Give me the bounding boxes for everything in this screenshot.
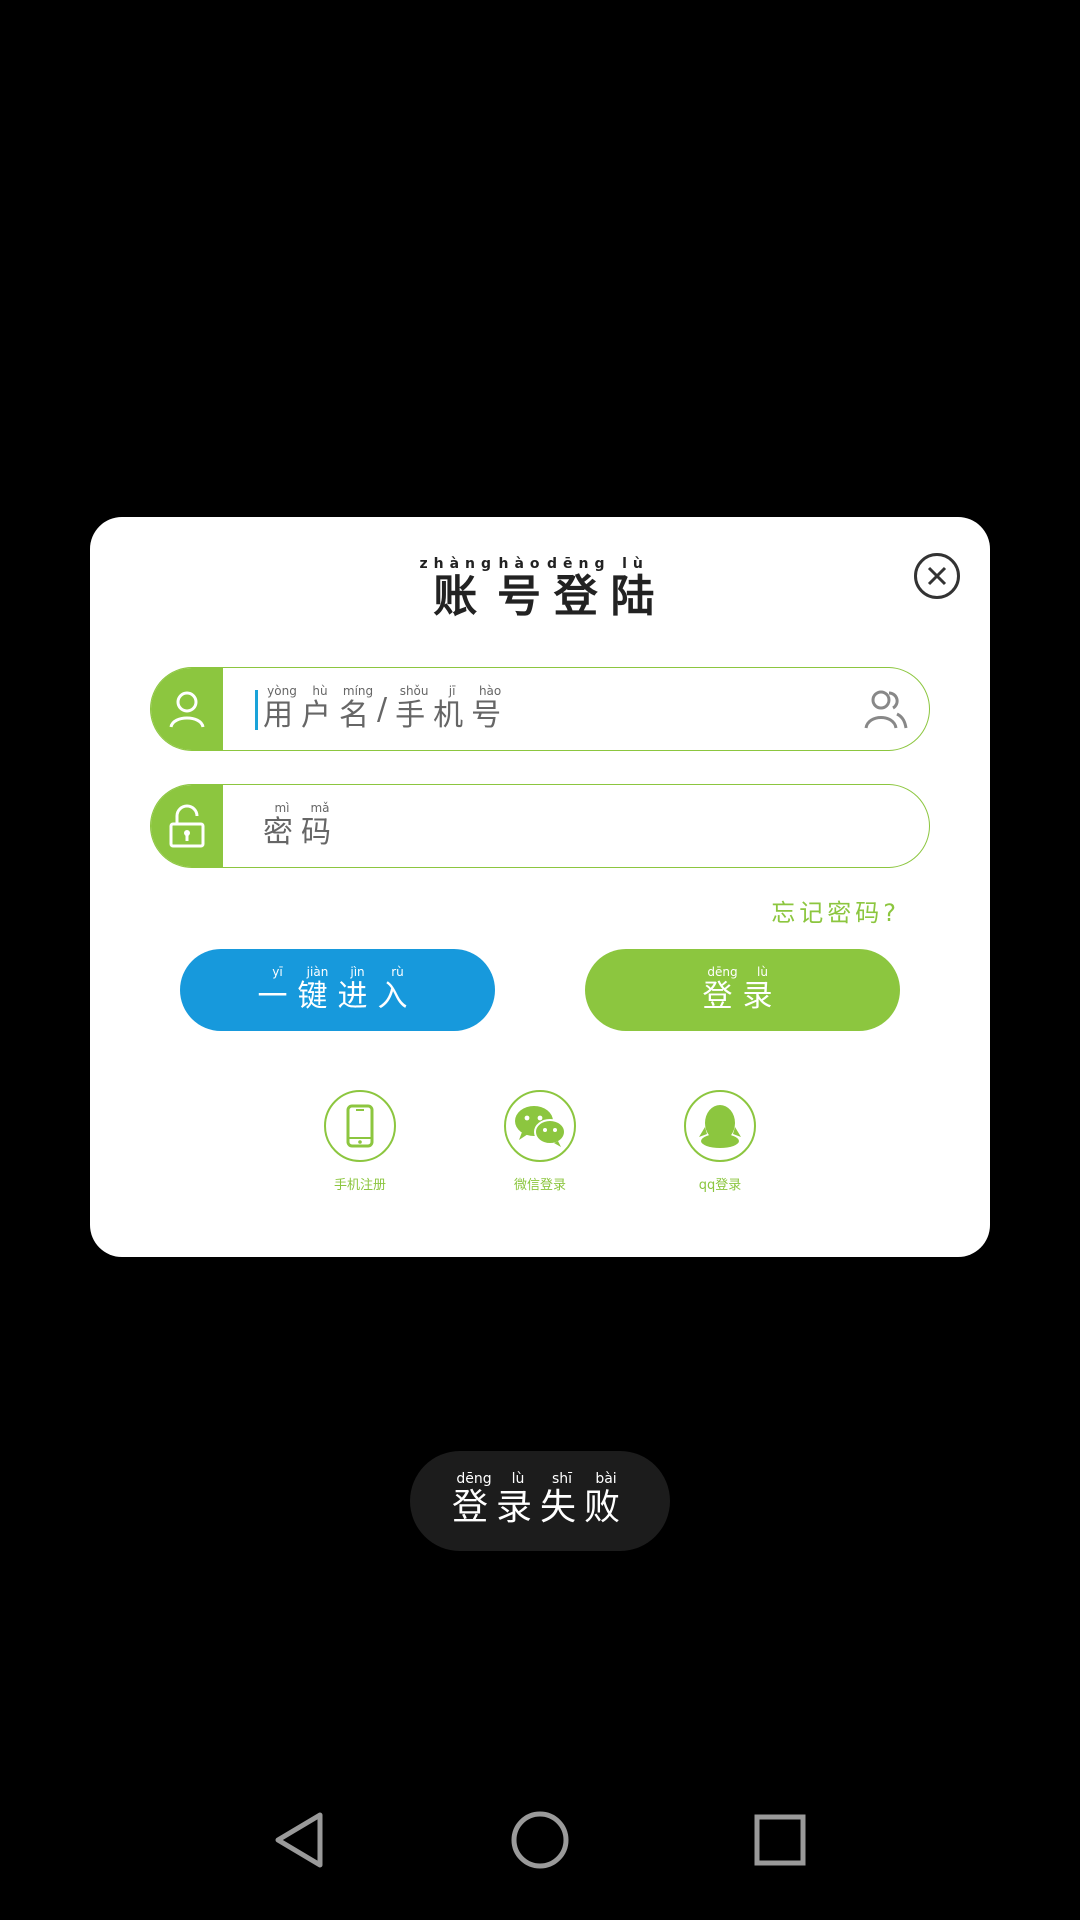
qq-icon: [699, 1105, 741, 1148]
qq-login-label: qq登录: [698, 1178, 742, 1193]
pinyin: hù: [301, 683, 339, 698]
wechat-icon: [515, 1106, 566, 1147]
ruby-char: ?: [883, 899, 900, 927]
pinyin: dēng: [451, 1471, 496, 1487]
ruby-char: 录lù: [742, 964, 783, 1014]
lock-icon-box: [151, 785, 223, 867]
username-field[interactable]: 用yòng 户hù 名míng / 手shǒu 机jī 号hào: [150, 667, 930, 751]
phone-register-button[interactable]: 手机注册: [315, 1090, 405, 1193]
recent-apps-icon[interactable]: [750, 1810, 810, 1870]
ruby-char: 忘: [771, 899, 800, 927]
pinyin: jìn: [337, 964, 378, 979]
ruby-char: 键jiàn: [297, 964, 338, 1014]
pinyin: lù: [742, 964, 783, 979]
qq-icon-circle: [684, 1090, 756, 1162]
pinyin: yòng: [263, 683, 301, 698]
toast-message: 登dēng录lù失shī败bài: [410, 1451, 670, 1551]
pinyin: shī: [540, 1471, 584, 1487]
pinyin: lù: [610, 556, 661, 572]
ruby-char: 记: [799, 899, 828, 927]
toast-text: 登dēng录lù失shī败bài: [451, 1471, 629, 1530]
pinyin: yī: [257, 964, 298, 979]
ruby-char: 进jìn: [337, 964, 378, 1014]
ruby-char: 码mǎ: [301, 800, 339, 850]
ruby-char: 用yòng: [263, 683, 301, 733]
ruby-char: 机jī: [433, 683, 472, 733]
ruby-char: 一yī: [257, 964, 298, 1014]
pinyin: bài: [584, 1471, 629, 1487]
phone-register-label: 手机注册: [333, 1178, 386, 1193]
ruby-char: 陆lù: [610, 556, 661, 622]
login-dialog: 账zhàng号hào登dēng陆lù 用yòng 户hù 名míng / 手shǒu 机j…: [90, 517, 990, 1257]
pinyin: jī: [433, 683, 472, 698]
pinyin: lù: [495, 1471, 540, 1487]
user-icon: [169, 691, 205, 728]
phone-icon: [346, 1104, 374, 1148]
dialog-title-text: 账zhàng号hào登dēng陆lù: [419, 556, 661, 624]
pinyin: zhàng: [419, 556, 498, 572]
ruby-char: 失shī: [540, 1471, 585, 1528]
user-icon-box: [151, 668, 223, 750]
close-icon: [927, 566, 947, 586]
wechat-icon-circle: [504, 1090, 576, 1162]
ruby-char: /: [377, 691, 396, 727]
pinyin: hào: [471, 683, 510, 698]
ruby-char: 号hào: [471, 683, 510, 733]
quick-enter-label: 一yī键jiàn进jìn入rù: [257, 964, 418, 1015]
pinyin: hào: [497, 556, 547, 572]
ruby-char: 密: [827, 899, 856, 927]
ruby-char: 号hào: [497, 556, 548, 622]
ruby-char: 账zhàng: [419, 556, 498, 622]
quick-enter-button[interactable]: 一yī键jiàn进jìn入rù: [180, 949, 495, 1031]
pinyin: dēng: [547, 556, 611, 572]
ruby-char: 户hù: [301, 683, 339, 733]
forgot-password-link[interactable]: 忘记密码?: [771, 893, 900, 928]
login-button[interactable]: 登dēng录lù: [585, 949, 900, 1031]
ruby-char: 登dēng: [702, 964, 743, 1014]
lock-icon: [169, 804, 205, 848]
dialog-title: 账zhàng号hào登dēng陆lù: [90, 556, 990, 624]
ruby-char: 入rù: [377, 964, 418, 1014]
ruby-char: 手shǒu: [395, 683, 434, 733]
username-input[interactable]: 用yòng 户hù 名míng / 手shǒu 机jī 号hào: [263, 668, 509, 750]
ruby-char: 败bài: [584, 1471, 629, 1528]
contacts-icon[interactable]: [863, 686, 909, 732]
pinyin: jiàn: [297, 964, 338, 979]
text-cursor: [255, 690, 258, 730]
qq-login-button[interactable]: qq登录: [675, 1090, 765, 1193]
close-button[interactable]: [914, 553, 960, 599]
pinyin: shǒu: [395, 683, 434, 698]
navigation-bar: [0, 1790, 1080, 1900]
ruby-char: 登dēng: [547, 556, 611, 622]
home-icon[interactable]: [510, 1810, 570, 1870]
pinyin: mì: [263, 800, 301, 815]
phone-icon-circle: [324, 1090, 396, 1162]
login-label: 登dēng录lù: [702, 964, 783, 1015]
pinyin: rù: [377, 964, 418, 979]
ruby-char: 录lù: [495, 1471, 540, 1528]
wechat-login-label: 微信登录: [513, 1178, 566, 1193]
ruby-char: 码: [855, 899, 884, 927]
password-input[interactable]: 密mì 码mǎ: [263, 785, 339, 867]
pinyin: dēng: [702, 964, 743, 979]
wechat-login-button[interactable]: 微信登录: [495, 1090, 585, 1193]
back-icon[interactable]: [270, 1810, 330, 1870]
ruby-char: 名míng: [339, 683, 377, 733]
pinyin: míng: [339, 683, 377, 698]
ruby-char: 密mì: [263, 800, 301, 850]
ruby-char: 登dēng: [451, 1471, 496, 1528]
password-field[interactable]: 密mì 码mǎ: [150, 784, 930, 868]
pinyin: mǎ: [301, 800, 339, 815]
